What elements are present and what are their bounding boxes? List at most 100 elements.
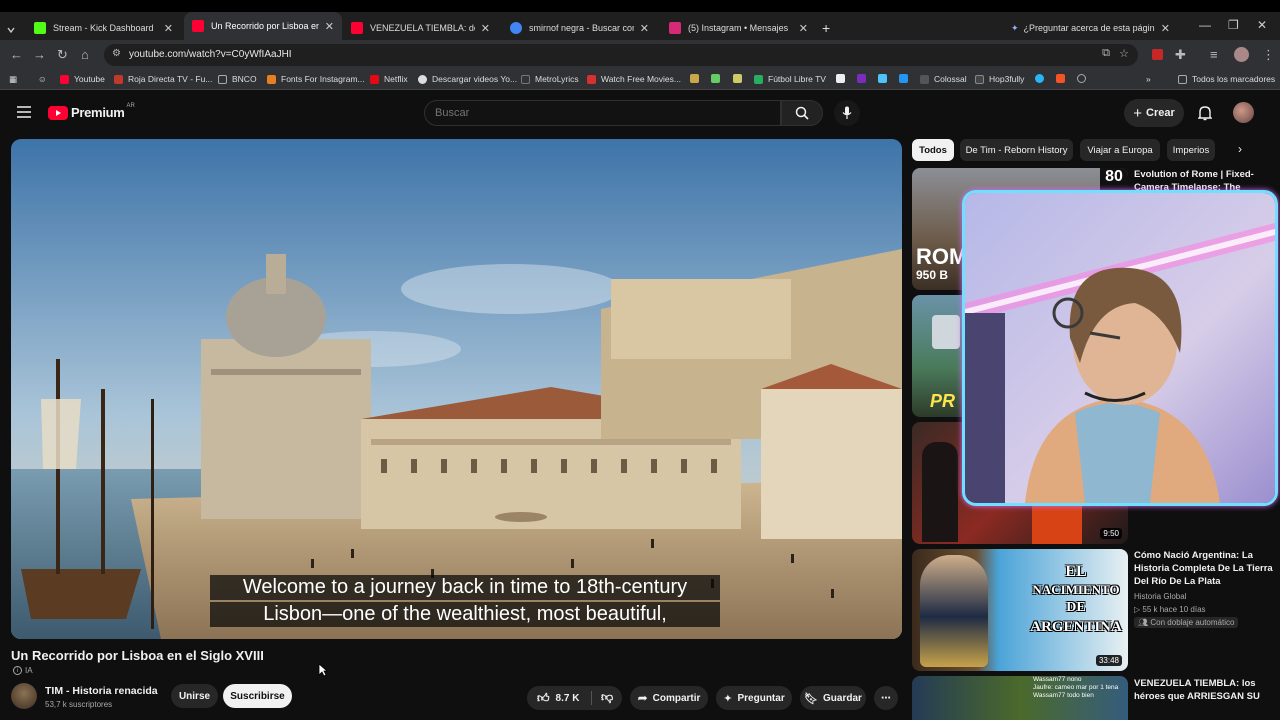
bookmark-descargar[interactable]: Descargar videos Yo... xyxy=(418,74,517,84)
netflix-icon xyxy=(370,74,379,84)
bookmark-icon-4[interactable] xyxy=(836,74,850,83)
close-icon[interactable]: ✕ xyxy=(640,22,649,35)
voice-search-button[interactable] xyxy=(834,100,860,126)
account-avatar[interactable] xyxy=(1233,102,1254,123)
notifications-bell-icon[interactable] xyxy=(1198,105,1212,121)
fonts-icon xyxy=(267,74,276,84)
close-icon[interactable]: ✕ xyxy=(481,22,490,35)
bookmark-icon-2[interactable] xyxy=(711,74,725,83)
bookmark-fonts[interactable]: Fonts For Instagram... xyxy=(267,74,365,84)
ask-page-label: ¿Preguntar acerca de esta página? xyxy=(1023,23,1155,33)
bookmark-watch-free-movies[interactable]: Watch Free Movies... xyxy=(587,74,681,84)
bookmark-icon-3[interactable] xyxy=(733,74,747,83)
chip-de-tim[interactable]: De Tim - Reborn History xyxy=(960,139,1073,161)
thumbnail-line: ARGENTINA xyxy=(1030,619,1122,635)
close-icon[interactable]: ✕ xyxy=(164,22,173,35)
chevron-right-icon[interactable]: › xyxy=(1238,142,1242,156)
channel-name[interactable]: TIM - Historia renacida xyxy=(45,685,158,697)
chip-imperios[interactable]: Imperios xyxy=(1167,139,1215,161)
emoji-bookmark-icon[interactable]: ☺ xyxy=(38,74,47,84)
site-info-icon[interactable]: ⚙ xyxy=(112,48,121,59)
search-button[interactable] xyxy=(781,100,823,126)
more-actions-button[interactable]: ⋯ xyxy=(874,686,898,710)
new-tab-button[interactable]: + xyxy=(820,16,832,40)
url-text[interactable]: youtube.com/watch?v=C0yWfIAaJHI xyxy=(129,49,292,60)
bookmark-icon-8[interactable] xyxy=(1035,74,1049,83)
share-button[interactable]: ➦ Compartir xyxy=(630,686,708,710)
tab-youtube-venezuela[interactable]: VENEZUELA TIEMBLA: dentro d ✕ xyxy=(343,16,498,40)
subscribe-button[interactable]: Suscribirse xyxy=(223,684,292,708)
video-player[interactable]: Welcome to a journey back in time to 18t… xyxy=(11,139,902,639)
back-arrow-icon[interactable]: ← xyxy=(10,47,23,62)
bookmark-star-icon[interactable]: ☆ xyxy=(1119,47,1129,60)
recommendation-title[interactable]: Cómo Nació Argentina: La Historia Comple… xyxy=(1134,549,1274,588)
home-icon[interactable]: ⌂ xyxy=(81,47,89,62)
bookmark-icon-9[interactable] xyxy=(1056,74,1070,83)
search-icon xyxy=(795,106,809,120)
like-count[interactable]: 8.7 K xyxy=(556,693,580,704)
hamburger-menu-icon[interactable] xyxy=(17,106,31,118)
chip-todos[interactable]: Todos xyxy=(912,139,954,161)
reload-icon[interactable]: ↻ xyxy=(57,47,68,63)
window-close-icon[interactable]: ✕ xyxy=(1257,18,1267,32)
install-icon[interactable]: ⧉ xyxy=(1102,47,1110,60)
bookmark-icon-1[interactable] xyxy=(690,74,704,83)
recommendation-channel[interactable]: Historia Global xyxy=(1134,592,1186,601)
bookmark-colossal[interactable]: Colossal xyxy=(920,74,967,84)
more-bookmarks-icon[interactable]: » xyxy=(1146,74,1151,84)
ask-button[interactable]: ✦ Preguntar xyxy=(716,686,792,710)
close-icon[interactable]: ✕ xyxy=(799,22,808,35)
apps-grid-icon[interactable]: ▦ xyxy=(9,74,17,85)
youtube-premium-logo[interactable]: Premium AR xyxy=(48,103,135,120)
all-bookmarks-folder[interactable]: Todos los marcadores xyxy=(1178,74,1275,84)
tab-kick-dashboard[interactable]: Stream - Kick Dashboard ✕ xyxy=(26,16,181,40)
chip-viajar-europa[interactable]: Viajar a Europa xyxy=(1080,139,1160,161)
ask-page-button[interactable]: ✦ ¿Preguntar acerca de esta página? ✕ xyxy=(1003,16,1178,40)
tab-google-search[interactable]: smirnof negra - Buscar con Goo ✕ xyxy=(502,16,657,40)
channel-avatar[interactable] xyxy=(11,683,37,709)
subscribe-label: Suscribirse xyxy=(230,690,285,702)
bookmark-youtube[interactable]: Youtube xyxy=(60,74,105,84)
tab-youtube-lisboa[interactable]: Un Recorrido por Lisboa en el S ✕ xyxy=(184,12,342,40)
bookmark-netflix[interactable]: Netflix xyxy=(370,74,408,84)
join-button[interactable]: Unirse xyxy=(171,684,218,708)
thumbs-up-icon[interactable]: 👍︎ xyxy=(537,691,550,706)
profile-avatar[interactable] xyxy=(1234,47,1249,62)
globe-icon xyxy=(1077,74,1086,83)
extensions-puzzle-icon[interactable]: ✚ xyxy=(1175,47,1186,63)
recommendation-item[interactable]: EL NACIMIENTO DE ARGENTINA 33:48 Cómo Na… xyxy=(912,549,1280,673)
bookmark-icon-6[interactable] xyxy=(878,74,892,83)
restore-icon[interactable]: ❐ xyxy=(1228,18,1239,32)
omnibox[interactable]: ⚙ youtube.com/watch?v=C0yWfIAaJHI ⧉ ☆ xyxy=(104,44,1138,66)
media-control-icon[interactable]: ≡ xyxy=(1210,47,1218,62)
subtitle-line-2: Lisbon—one of the wealthiest, most beaut… xyxy=(210,602,720,627)
bookmark-icon-10[interactable] xyxy=(1077,74,1091,83)
dubbing-badge: 👥︎ Con doblaje automático xyxy=(1134,617,1239,628)
extension-icon[interactable] xyxy=(1152,49,1163,60)
thumbnail-figure xyxy=(922,442,958,542)
video-thumbnail[interactable]: EL NACIMIENTO DE ARGENTINA 33:48 xyxy=(912,549,1128,671)
minimize-icon[interactable]: — xyxy=(1199,18,1211,32)
bookmark-roja-directa[interactable]: Roja Directa TV - Fu... xyxy=(114,74,212,84)
close-icon[interactable]: ✕ xyxy=(1161,22,1170,35)
save-button[interactable]: 🔖︎ Guardar xyxy=(800,686,866,710)
thumbnail-line: NACIMIENTO xyxy=(1032,582,1120,597)
futbol-icon xyxy=(754,74,763,84)
bookmark-futbol-libre[interactable]: Fútbol Libre TV xyxy=(754,74,826,84)
forward-arrow-icon[interactable]: → xyxy=(33,47,46,62)
search-input[interactable] xyxy=(425,101,780,125)
bookmark-hop3fully[interactable]: Hop3fully xyxy=(975,74,1024,84)
kebab-menu-icon[interactable]: ⋮ xyxy=(1262,47,1275,63)
create-button[interactable]: + Crear xyxy=(1124,99,1184,127)
bookmark-icon-7[interactable] xyxy=(899,74,913,83)
tab-search-menu[interactable] xyxy=(6,18,16,42)
bookmark-icon-5[interactable] xyxy=(857,74,871,83)
chip-label: Imperios xyxy=(1172,144,1210,156)
bookmark-metrolyrics[interactable]: MetroLyrics xyxy=(521,74,579,84)
tab-instagram[interactable]: (5) Instagram • Mensajes ✕ xyxy=(661,16,816,40)
thumbs-down-icon[interactable]: 👎︎ xyxy=(601,690,613,705)
ai-generated-tag[interactable]: i IA xyxy=(13,666,33,675)
close-icon[interactable]: ✕ xyxy=(325,20,334,33)
bookmark-bnco[interactable]: BNCO xyxy=(218,74,257,84)
recommendation-title[interactable]: VENEZUELA TIEMBLA: los héroes que ARRIES… xyxy=(1134,677,1274,703)
